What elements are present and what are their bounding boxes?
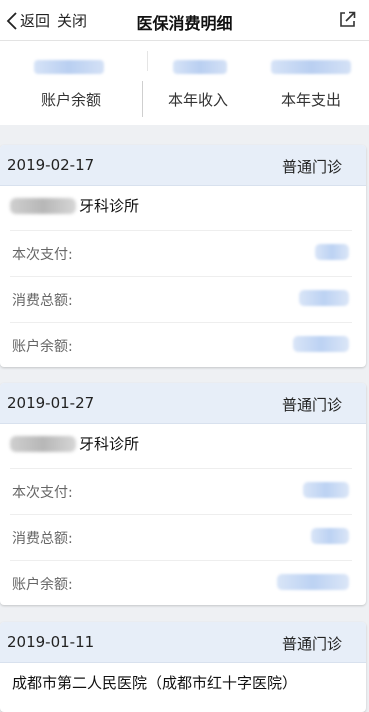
- expense-label: 本年支出: [280, 91, 341, 109]
- clinic-name-text: 成都市第二人民医院（成都市红十字医院）: [12, 674, 298, 692]
- record-card[interactable]: 2019-01-11 普通门诊 成都市第二人民医院（成都市红十字医院）: [0, 622, 366, 712]
- page-title: 医保消费明细: [136, 14, 233, 33]
- back-label: 返回: [20, 12, 51, 30]
- total-label: 消费总额:: [12, 293, 73, 309]
- balance-label: 账户余额: [40, 91, 101, 109]
- payment-row: 本次支付:: [10, 468, 352, 514]
- chevron-left-icon: [6, 11, 17, 30]
- balance-label: 账户余额:: [12, 339, 73, 355]
- record-date: 2019-01-11: [7, 633, 95, 651]
- redacted-text: [10, 435, 76, 452]
- balance-summary: 账户余额: [0, 41, 142, 125]
- record-type: 普通门诊: [281, 396, 342, 414]
- record-card[interactable]: 2019-02-17 普通门诊 牙科诊所 本次支付: 消费总额: 账户余额:: [0, 145, 366, 367]
- back-button[interactable]: 返回: [6, 10, 50, 31]
- record-type: 普通门诊: [281, 158, 342, 176]
- redacted-text: [10, 197, 76, 214]
- total-label: 消费总额:: [12, 531, 73, 547]
- record-header: 2019-01-27 普通门诊: [0, 383, 366, 424]
- redacted-value: [299, 290, 349, 306]
- redacted-value: [173, 60, 227, 74]
- redacted-value: [311, 528, 349, 544]
- clinic-name: 牙科诊所: [10, 433, 139, 454]
- clinic-name-text: 牙科诊所: [79, 435, 140, 453]
- payment-label: 本次支付:: [12, 247, 73, 263]
- redacted-value: [271, 60, 351, 74]
- balance-row: 账户余额:: [10, 560, 352, 605]
- record-header: 2019-01-11 普通门诊: [0, 622, 366, 663]
- clinic-name: 牙科诊所: [10, 195, 139, 216]
- record-header: 2019-02-17 普通门诊: [0, 145, 366, 186]
- balance-row: 账户余额:: [10, 322, 352, 367]
- redacted-value: [34, 60, 104, 74]
- redacted-value: [293, 336, 349, 352]
- redacted-value: [277, 574, 349, 590]
- record-date: 2019-02-17: [7, 156, 95, 174]
- total-row: 消费总额:: [10, 276, 352, 322]
- nav-bar: 返回 关闭 医保消费明细: [0, 0, 369, 41]
- clinic-name-text: 牙科诊所: [79, 197, 140, 215]
- redacted-value: [315, 244, 349, 260]
- payment-label: 本次支付:: [12, 485, 73, 501]
- expense-summary: 本年支出: [253, 41, 369, 125]
- income-label: 本年收入: [167, 91, 228, 109]
- record-date: 2019-01-27: [7, 394, 95, 412]
- clinic-name: 成都市第二人民医院（成都市红十字医院）: [12, 672, 297, 693]
- record-card[interactable]: 2019-01-27 普通门诊 牙科诊所 本次支付: 消费总额: 账户余额:: [0, 383, 366, 605]
- account-summary: 账户余额 本年收入 本年支出: [0, 41, 369, 125]
- record-type: 普通门诊: [281, 635, 342, 653]
- total-row: 消费总额:: [10, 514, 352, 560]
- balance-label: 账户余额:: [12, 577, 73, 593]
- payment-row: 本次支付:: [10, 230, 352, 276]
- close-button[interactable]: 关闭: [57, 10, 87, 31]
- share-icon[interactable]: [337, 9, 357, 29]
- income-summary: 本年收入: [143, 41, 253, 125]
- redacted-value: [303, 482, 349, 498]
